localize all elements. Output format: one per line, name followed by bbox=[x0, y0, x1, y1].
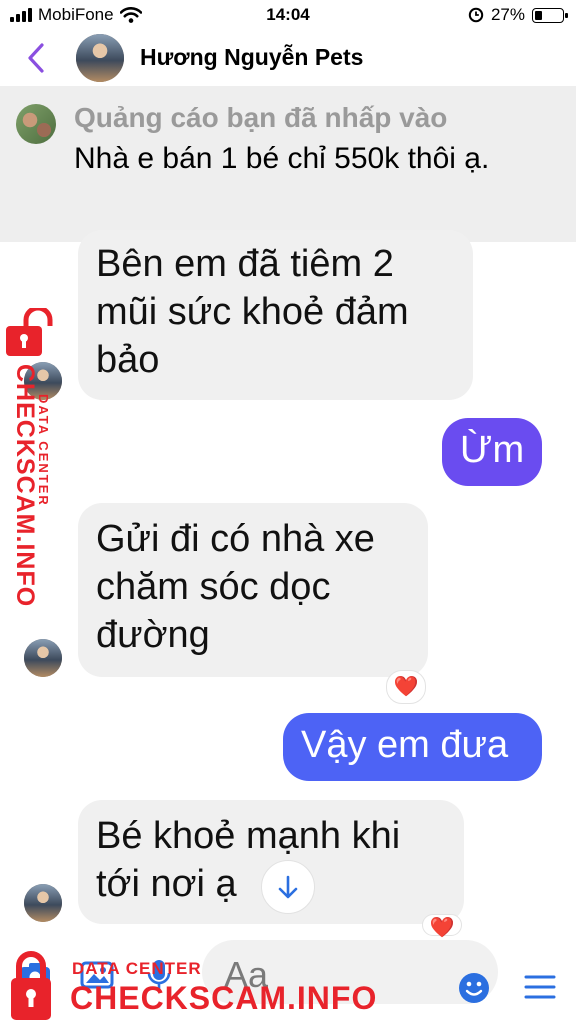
battery-icon bbox=[532, 7, 568, 23]
emoji-icon[interactable] bbox=[458, 972, 490, 1004]
message-outgoing[interactable]: Vậy em đưa bbox=[283, 713, 542, 781]
lock-icon bbox=[11, 951, 51, 1020]
menu-icon[interactable] bbox=[524, 974, 556, 1000]
chat-header: Hương Nguyễn Pets bbox=[0, 30, 576, 86]
message-outgoing[interactable]: Ừm bbox=[442, 418, 542, 486]
ad-thumbnail bbox=[16, 104, 56, 144]
watermark-brand: CHECKSCAM.INFO bbox=[70, 980, 378, 1016]
message-incoming[interactable]: Gửi đi có nhà xe chăm sóc dọc đường bbox=[78, 503, 428, 677]
sender-avatar bbox=[24, 639, 62, 677]
watermark-brand: CHECKSCAM.INFO bbox=[11, 364, 39, 608]
contact-name[interactable]: Hương Nguyễn Pets bbox=[140, 44, 363, 71]
battery-percent: 27% bbox=[490, 5, 525, 24]
status-bar: MobiFone 14:04 27% bbox=[0, 0, 576, 30]
watermark-side: CHECKSCAM.INFO DATA CENTER bbox=[10, 364, 51, 607]
scroll-down-icon bbox=[278, 875, 298, 899]
alarm-icon bbox=[468, 7, 484, 23]
contact-avatar[interactable] bbox=[76, 34, 124, 82]
ad-banner[interactable]: Quảng cáo bạn đã nhấp vào Nhà e bán 1 bé… bbox=[0, 86, 576, 242]
message-incoming[interactable]: Bên em đã tiêm 2 mũi sức khoẻ đảm bảo bbox=[78, 230, 473, 400]
heart-icon[interactable]: ❤️ bbox=[422, 914, 462, 939]
heart-icon[interactable]: ❤️ bbox=[386, 670, 426, 704]
lock-icon bbox=[6, 308, 53, 356]
battery-group: 27% bbox=[468, 5, 568, 25]
watermark-sub: DATA CENTER bbox=[72, 959, 202, 978]
ad-title: Quảng cáo bạn đã nhấp vào bbox=[74, 102, 448, 133]
scroll-down-button[interactable] bbox=[261, 860, 315, 914]
watermark-sub: DATA CENTER bbox=[36, 394, 51, 507]
back-chevron-icon[interactable] bbox=[22, 40, 52, 76]
ad-text: Nhà e bán 1 bé chỉ 550k thôi ạ. bbox=[74, 142, 490, 175]
sender-avatar bbox=[24, 884, 62, 922]
battery-level bbox=[535, 10, 542, 20]
